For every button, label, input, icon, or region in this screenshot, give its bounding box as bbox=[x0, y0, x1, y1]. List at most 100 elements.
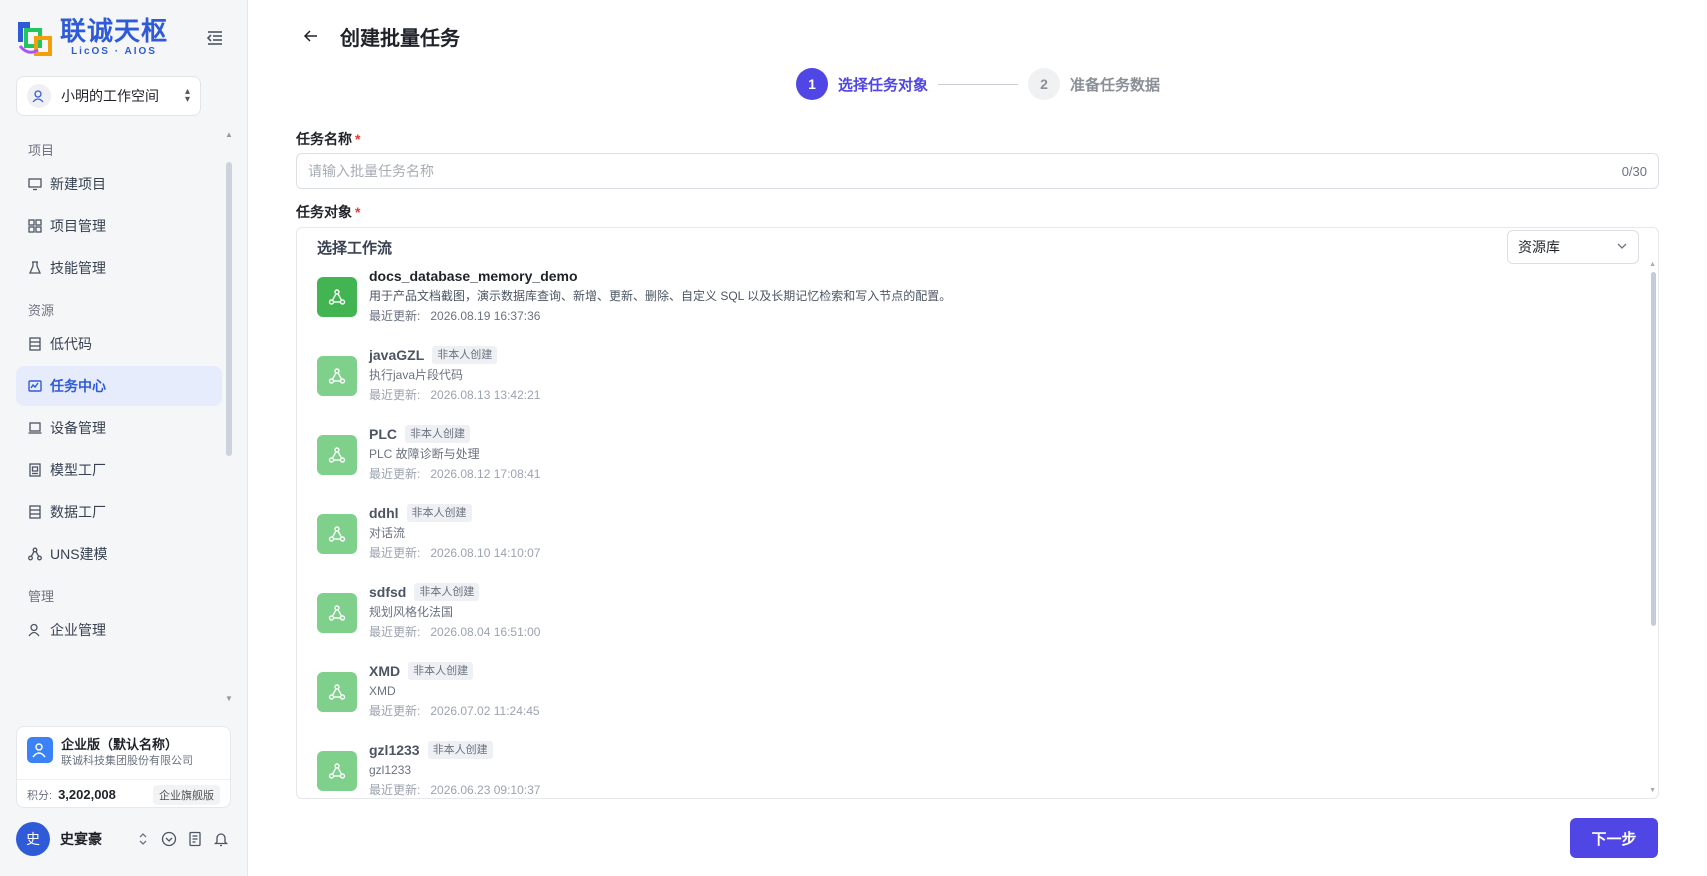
step-divider bbox=[938, 83, 1019, 85]
scroll-down-icon[interactable]: ▼ bbox=[225, 694, 233, 703]
workflow-updated: 最近更新: 2026.06.23 09:10:37 bbox=[369, 780, 540, 798]
brand-subtitle: LicOS · AIOS bbox=[71, 45, 157, 57]
sidebar-item-enterprise-management[interactable]: 企业管理 bbox=[16, 610, 222, 650]
page-title: 创建批量任务 bbox=[340, 28, 460, 50]
nav-group-label: 管理 bbox=[28, 589, 55, 604]
workflow-name: PLC bbox=[369, 426, 397, 442]
updated-label: 最近更新: bbox=[369, 467, 421, 481]
workflow-item[interactable]: gzl1233 非本人创建 gzl1233 最近更新: 2026.06.23 09:10… bbox=[317, 740, 1617, 798]
scroll-down-icon[interactable]: ▼ bbox=[1649, 787, 1656, 794]
sidebar-item-task-center[interactable]: 任务中心 bbox=[16, 366, 222, 406]
updated-label: 最近更新: bbox=[369, 704, 421, 718]
workflow-description: 执行java片段代码 bbox=[369, 368, 464, 382]
workflow-name: docs_database_memory_demo bbox=[369, 268, 578, 284]
workflow-name: sdfsd bbox=[369, 584, 407, 600]
sidebar-item-label: 企业管理 bbox=[50, 622, 106, 638]
collapse-sidebar-icon[interactable] bbox=[205, 28, 225, 48]
sidebar-item-label: 设备管理 bbox=[50, 420, 106, 436]
sidebar-item-data-factory[interactable]: 数据工厂 bbox=[16, 492, 222, 532]
workspace-switcher[interactable]: 小明的工作空间 ▴ ▾ bbox=[16, 76, 201, 116]
updated-time: 2026.08.10 14:10:07 bbox=[430, 546, 541, 560]
sidebar-item-new-project[interactable]: 新建项目 bbox=[16, 164, 222, 204]
char-counter: 0/30 bbox=[1621, 163, 1647, 179]
workflow-icon bbox=[317, 435, 357, 475]
back-arrow-icon[interactable] bbox=[301, 26, 321, 46]
database-icon bbox=[28, 505, 42, 519]
brand-name: 联诚天枢 bbox=[60, 16, 169, 47]
step-1-label: 选择任务对象 bbox=[838, 76, 929, 94]
enterprise-name: 企业版（默认名称） bbox=[61, 737, 179, 752]
workflow-list: docs_database_memory_demo 用于产品文档截图，演示数据库查… bbox=[317, 266, 1617, 798]
bell-icon[interactable] bbox=[211, 829, 231, 849]
nav-group-label: 资源 bbox=[28, 303, 55, 318]
workflow-icon bbox=[317, 751, 357, 791]
monitor-icon bbox=[28, 177, 42, 191]
sidebar-scrollbar[interactable] bbox=[226, 162, 232, 456]
task-name-field[interactable]: 0/30 bbox=[296, 153, 1659, 189]
enterprise-card[interactable]: 企业版（默认名称） 联诚科技集团股份有限公司 积分: 3,202,008 企业旗… bbox=[16, 726, 231, 808]
next-step-button[interactable]: 下一步 bbox=[1570, 818, 1658, 858]
workflow-updated: 最近更新: 2026.08.12 17:08:41 bbox=[369, 464, 540, 484]
workflow-description: gzl1233 bbox=[369, 763, 412, 777]
workspace-name: 小明的工作空间 bbox=[61, 88, 159, 104]
not-owner-badge: 非本人创建 bbox=[432, 346, 498, 364]
workflow-item[interactable]: javaGZL 非本人创建 执行java片段代码 最近更新: 2026.08.13 13… bbox=[317, 345, 1617, 424]
nav-group-label: 项目 bbox=[28, 143, 55, 158]
workflow-item[interactable]: docs_database_memory_demo 用于产品文档截图，演示数据库查… bbox=[317, 266, 1617, 345]
task-target-label: 任务对象 * bbox=[296, 204, 361, 220]
enterprise-icon bbox=[27, 737, 53, 763]
not-owner-badge: 非本人创建 bbox=[408, 662, 474, 680]
workflow-description: 用于产品文档截图，演示数据库查询、新增、更新、删除、自定义 SQL 以及长期记忆… bbox=[369, 289, 952, 303]
task-name-label: 任务名称 * bbox=[296, 131, 361, 147]
task-name-input[interactable] bbox=[308, 163, 1622, 179]
flask-icon bbox=[28, 261, 42, 275]
workflow-updated: 最近更新: 2026.08.04 16:51:00 bbox=[369, 622, 540, 642]
sidebar-item-uns-modeling[interactable]: UNS建模 bbox=[16, 534, 222, 574]
workflow-item[interactable]: ddhl 非本人创建 对话流 最近更新: 2026.08.10 14:10:07 bbox=[317, 503, 1617, 582]
workflow-updated: 最近更新: 2026.07.02 11:24:45 bbox=[369, 701, 540, 721]
sidebar-item-label: 技能管理 bbox=[50, 260, 106, 276]
workflow-description: XMD bbox=[369, 684, 396, 698]
sidebar-item-project-management[interactable]: 项目管理 bbox=[16, 206, 222, 246]
avatar[interactable]: 史 bbox=[16, 822, 50, 856]
not-owner-badge: 非本人创建 bbox=[427, 741, 493, 759]
scroll-up-icon[interactable]: ▲ bbox=[225, 130, 233, 139]
network-icon bbox=[28, 547, 42, 561]
workflow-item[interactable]: sdfsd 非本人创建 规划风格化法国 最近更新: 2026.08.04 16:51:0… bbox=[317, 582, 1617, 661]
sidebar-item-device-management[interactable]: 设备管理 bbox=[16, 408, 222, 448]
workflow-item[interactable]: XMD 非本人创建 XMD 最近更新: 2026.07.02 11:24:45 bbox=[317, 661, 1617, 740]
document-icon[interactable] bbox=[185, 829, 205, 849]
required-mark: * bbox=[355, 131, 361, 147]
workflow-icon bbox=[317, 514, 357, 554]
sidebar-item-low-code[interactable]: 低代码 bbox=[16, 324, 222, 364]
sidebar-item-label: 低代码 bbox=[50, 336, 92, 352]
sidebar-item-model-factory[interactable]: 模型工厂 bbox=[16, 450, 222, 490]
updated-time: 2026.08.12 17:08:41 bbox=[430, 467, 541, 481]
not-owner-badge: 非本人创建 bbox=[414, 583, 480, 601]
check-circle-icon[interactable] bbox=[159, 829, 179, 849]
workflow-item[interactable]: PLC 非本人创建 PLC 故障诊断与处理 最近更新: 2026.08.12 17:08… bbox=[317, 424, 1617, 503]
sidebar-item-skill-management[interactable]: 技能管理 bbox=[16, 248, 222, 288]
workflow-icon bbox=[317, 277, 357, 317]
user-name[interactable]: 史宴豪 bbox=[60, 829, 127, 849]
required-mark: * bbox=[355, 204, 361, 220]
grid-icon bbox=[28, 219, 42, 233]
step-2-number: 2 bbox=[1028, 68, 1061, 100]
users-icon bbox=[28, 623, 42, 637]
model-icon bbox=[28, 463, 42, 477]
workflow-updated: 最近更新: 2026.08.19 16:37:36 bbox=[369, 306, 951, 326]
sidebar-item-label: 新建项目 bbox=[50, 176, 106, 192]
sidebar-item-label: 项目管理 bbox=[50, 218, 106, 234]
source-select[interactable]: 资源库 bbox=[1507, 230, 1639, 264]
workflow-panel: 选择工作流 资源库 ▲ ▼ docs_database_memory_demo 用… bbox=[296, 227, 1659, 799]
workflow-list-scrollbar[interactable] bbox=[1651, 272, 1656, 626]
sidebar-item-label: 任务中心 bbox=[50, 378, 106, 394]
scroll-up-icon[interactable]: ▲ bbox=[1649, 261, 1656, 268]
expand-updown-icon[interactable] bbox=[133, 829, 153, 849]
plan-badge: 企业旗舰版 bbox=[153, 784, 220, 805]
workflow-updated: 最近更新: 2026.08.13 13:42:21 bbox=[369, 385, 540, 405]
updated-label: 最近更新: bbox=[369, 309, 421, 323]
brand-logo[interactable]: 联诚天枢 LicOS · AIOS bbox=[14, 16, 168, 58]
updated-label: 最近更新: bbox=[369, 783, 421, 797]
step-1-number: 1 bbox=[796, 68, 828, 100]
